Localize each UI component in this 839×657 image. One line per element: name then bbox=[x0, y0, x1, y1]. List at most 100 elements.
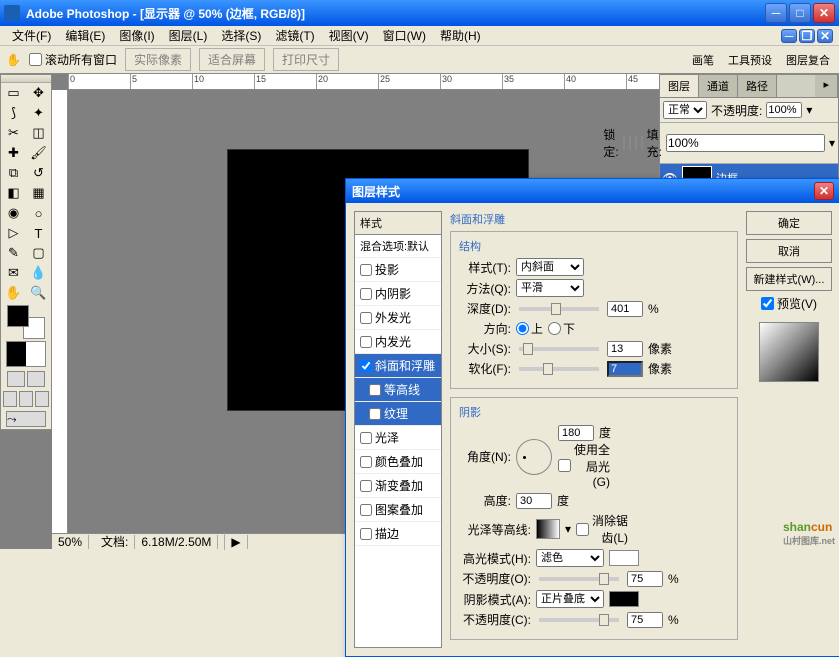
menu-file[interactable]: 文件(F) bbox=[6, 25, 57, 46]
maximize-button[interactable]: □ bbox=[789, 3, 811, 23]
hand-tool[interactable]: ✋ bbox=[1, 283, 26, 303]
scroll-all-checkbox[interactable]: 滚动所有窗口 bbox=[29, 51, 117, 68]
shape-tool[interactable]: ▢ bbox=[26, 243, 51, 263]
shadow-opacity-input[interactable] bbox=[627, 612, 663, 628]
style-inner-glow[interactable]: 内发光 bbox=[355, 330, 441, 354]
doc-close-button[interactable]: ✕ bbox=[817, 29, 833, 43]
menu-view[interactable]: 视图(V) bbox=[323, 25, 375, 46]
highlight-opacity-input[interactable] bbox=[627, 571, 663, 587]
blend-options-item[interactable]: 混合选项:默认 bbox=[355, 235, 441, 258]
menu-filter[interactable]: 滤镜(T) bbox=[269, 25, 320, 46]
style-satin[interactable]: 光泽 bbox=[355, 426, 441, 450]
menu-layer[interactable]: 图层(L) bbox=[163, 25, 214, 46]
screen-standard-button[interactable] bbox=[3, 391, 17, 407]
menu-image[interactable]: 图像(I) bbox=[113, 25, 160, 46]
quickmask-mode-button[interactable] bbox=[27, 371, 45, 387]
direction-up-radio[interactable]: 上 bbox=[516, 320, 543, 337]
toolbox-grip[interactable] bbox=[1, 75, 51, 83]
palette-well-brush[interactable]: 画笔 bbox=[689, 52, 717, 68]
crop-tool[interactable]: ✂ bbox=[1, 123, 26, 143]
style-bevel-emboss[interactable]: 斜面和浮雕 bbox=[355, 354, 441, 378]
panel-menu-icon[interactable]: ▸ bbox=[815, 75, 838, 97]
heal-tool[interactable]: ✚ bbox=[1, 143, 26, 163]
ruler-vertical[interactable] bbox=[52, 90, 68, 533]
actual-pixels-button[interactable]: 实际像素 bbox=[125, 48, 191, 71]
lasso-tool[interactable]: ⟆ bbox=[1, 103, 26, 123]
menu-edit[interactable]: 编辑(E) bbox=[59, 25, 111, 46]
dialog-titlebar[interactable]: 图层样式 ✕ bbox=[346, 179, 839, 203]
style-stroke[interactable]: 描边 bbox=[355, 522, 441, 546]
tab-paths[interactable]: 路径 bbox=[738, 75, 777, 97]
angle-dial[interactable] bbox=[516, 439, 552, 475]
chevron-down-icon[interactable]: ▾ bbox=[829, 136, 835, 150]
wand-tool[interactable]: ✦ bbox=[26, 103, 51, 123]
highlight-color-swatch[interactable] bbox=[609, 550, 639, 566]
palette-well-presets[interactable]: 工具预设 bbox=[725, 52, 775, 68]
slice-tool[interactable]: ◫ bbox=[26, 123, 51, 143]
global-light-checkbox[interactable]: 使用全局光(G) bbox=[558, 441, 610, 489]
size-input[interactable] bbox=[607, 341, 643, 357]
blur-tool[interactable]: ◉ bbox=[1, 203, 26, 223]
style-texture[interactable]: 纹理 bbox=[355, 402, 441, 426]
color-swatches[interactable] bbox=[7, 305, 45, 339]
gloss-contour-swatch[interactable] bbox=[536, 519, 560, 539]
antialias-checkbox[interactable]: 消除锯齿(L) bbox=[576, 512, 628, 546]
palette-well-comps[interactable]: 图层复合 bbox=[783, 52, 833, 68]
style-gradient-overlay[interactable]: 渐变叠加 bbox=[355, 474, 441, 498]
angle-input[interactable] bbox=[558, 425, 594, 441]
standard-mode-button[interactable] bbox=[7, 371, 25, 387]
screen-full-button[interactable] bbox=[35, 391, 49, 407]
eyedropper-tool[interactable]: 💧 bbox=[26, 263, 51, 283]
style-drop-shadow[interactable]: 投影 bbox=[355, 258, 441, 282]
style-contour[interactable]: 等高线 bbox=[355, 378, 441, 402]
zoom-tool[interactable]: 🔍 bbox=[26, 283, 51, 303]
blend-mode-select[interactable]: 正常 bbox=[663, 101, 707, 119]
stamp-tool[interactable]: ⧉ bbox=[1, 163, 26, 183]
history-brush-tool[interactable]: ↺ bbox=[26, 163, 51, 183]
tab-channels[interactable]: 通道 bbox=[699, 75, 738, 97]
depth-slider[interactable] bbox=[519, 307, 599, 311]
lock-position-icon[interactable] bbox=[635, 136, 637, 150]
direction-down-radio[interactable]: 下 bbox=[548, 320, 575, 337]
shadow-color-swatch[interactable] bbox=[609, 591, 639, 607]
highlight-mode-select[interactable]: 滤色 bbox=[536, 549, 604, 567]
highlight-opacity-slider[interactable] bbox=[539, 577, 619, 581]
jump-to-imageready-button[interactable]: ⤳ bbox=[6, 411, 46, 427]
tab-layers[interactable]: 图层 bbox=[660, 75, 699, 97]
soften-input[interactable] bbox=[607, 361, 643, 377]
style-color-overlay[interactable]: 颜色叠加 bbox=[355, 450, 441, 474]
fit-screen-button[interactable]: 适合屏幕 bbox=[199, 48, 265, 71]
fg-color-swatch[interactable] bbox=[7, 305, 29, 327]
shadow-mode-select[interactable]: 正片叠底 bbox=[536, 590, 604, 608]
print-size-button[interactable]: 打印尺寸 bbox=[273, 48, 339, 71]
pen-tool[interactable]: ✎ bbox=[1, 243, 26, 263]
depth-input[interactable] bbox=[607, 301, 643, 317]
shadow-opacity-slider[interactable] bbox=[539, 618, 619, 622]
preview-checkbox[interactable]: 预览(V) bbox=[746, 295, 832, 312]
chevron-down-icon[interactable]: ▾ bbox=[806, 103, 812, 117]
style-outer-glow[interactable]: 外发光 bbox=[355, 306, 441, 330]
close-button[interactable]: ✕ bbox=[813, 3, 835, 23]
cancel-button[interactable]: 取消 bbox=[746, 239, 832, 263]
altitude-input[interactable] bbox=[516, 493, 552, 509]
menu-help[interactable]: 帮助(H) bbox=[434, 25, 487, 46]
doc-restore-button[interactable]: ❐ bbox=[799, 29, 815, 43]
style-pattern-overlay[interactable]: 图案叠加 bbox=[355, 498, 441, 522]
menu-select[interactable]: 选择(S) bbox=[215, 25, 267, 46]
lock-all-icon[interactable] bbox=[641, 136, 643, 150]
status-arrow-icon[interactable]: ▶ bbox=[225, 535, 247, 549]
eraser-tool[interactable]: ◧ bbox=[1, 183, 26, 203]
notes-tool[interactable]: ✉ bbox=[1, 263, 26, 283]
brush-tool[interactable]: 🖌 bbox=[26, 143, 51, 163]
style-inner-shadow[interactable]: 内阴影 bbox=[355, 282, 441, 306]
dodge-tool[interactable]: ○ bbox=[26, 203, 51, 223]
move-tool[interactable]: ✥ bbox=[26, 83, 51, 103]
ruler-horizontal[interactable]: 0 5 10 15 20 25 30 35 40 45 bbox=[68, 74, 659, 90]
technique-select[interactable]: 平滑 bbox=[516, 279, 584, 297]
screen-full-menu-button[interactable] bbox=[19, 391, 33, 407]
zoom-level[interactable]: 50% bbox=[52, 535, 89, 549]
minimize-button[interactable]: ─ bbox=[765, 3, 787, 23]
bevel-style-select[interactable]: 内斜面 bbox=[516, 258, 584, 276]
gradient-tool[interactable]: ▦ bbox=[26, 183, 51, 203]
chevron-down-icon[interactable]: ▾ bbox=[565, 522, 571, 536]
